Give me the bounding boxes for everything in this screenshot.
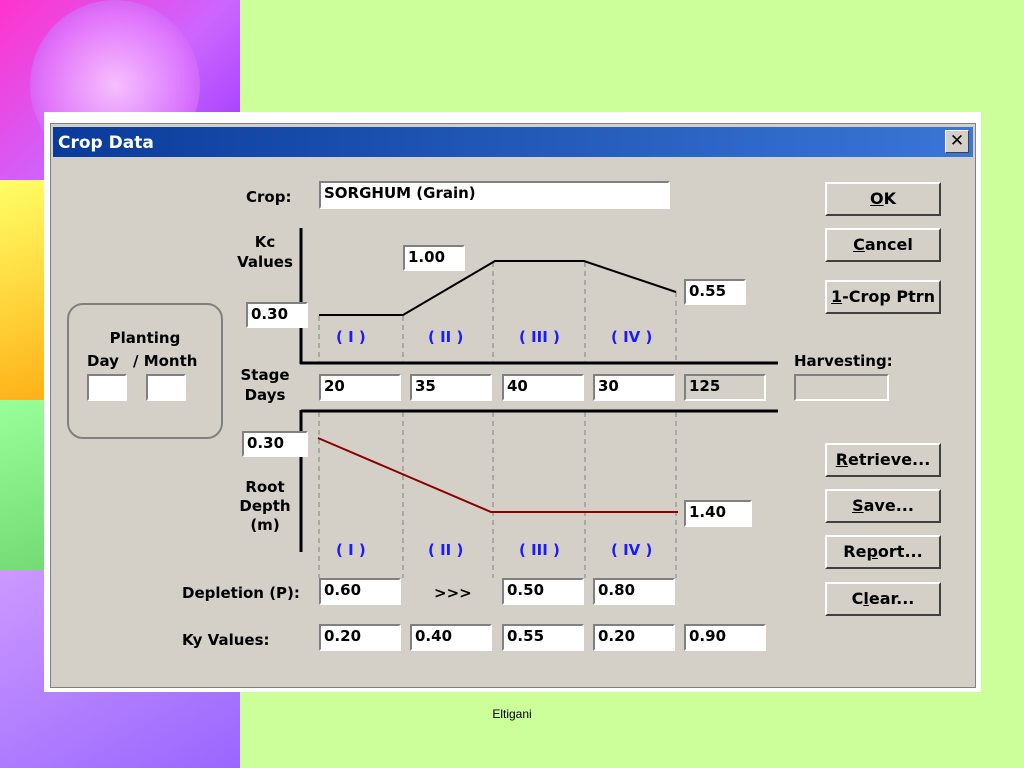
planting-day-label: Day (87, 352, 119, 370)
clear-button[interactable]: Clear... (825, 582, 941, 616)
kc-initial-field[interactable]: 0.30 (246, 302, 308, 328)
kc-end-field[interactable]: 0.55 (684, 279, 746, 305)
stage-label-2: ( II ) (428, 328, 464, 346)
planting-group (67, 303, 223, 439)
ky-field-2[interactable]: 0.40 (410, 624, 492, 651)
kc-mid-field[interactable]: 1.00 (403, 245, 465, 271)
crop-pattern-button[interactable]: 1-Crop Ptrn (825, 280, 941, 314)
depletion-field-1[interactable]: 0.60 (319, 578, 401, 605)
planting-title: Planting (109, 329, 181, 347)
stage-days-field-2[interactable]: 35 (410, 374, 492, 401)
save-button[interactable]: Save... (825, 489, 941, 523)
kc-label-line1: Kc (254, 233, 276, 251)
ky-field-3[interactable]: 0.55 (502, 624, 584, 651)
kc-label-line2: Values (237, 253, 293, 271)
stage-days-label-line2: Days (244, 386, 286, 404)
stage-days-total: 125 (684, 374, 766, 401)
stage-label-1: ( I ) (336, 328, 366, 346)
depletion-field-3[interactable]: 0.50 (502, 578, 584, 605)
ky-field-total[interactable]: 0.90 (684, 624, 766, 651)
footer-author: Eltigani (492, 707, 532, 721)
stage-days-field-4[interactable]: 30 (593, 374, 675, 401)
root-label-line2: Depth (239, 497, 291, 515)
stage-days-label-line1: Stage (240, 366, 290, 384)
root-label-line3: (m) (250, 516, 280, 534)
planting-day-input[interactable] (87, 374, 127, 401)
planting-month-label: / Month (133, 352, 198, 370)
planting-month-input[interactable] (146, 374, 186, 401)
ok-button[interactable]: OK (825, 182, 941, 216)
ky-label: Ky Values: (182, 631, 270, 649)
cancel-button[interactable]: Cancel (825, 228, 941, 262)
stage-label-4-lower: ( IV ) (611, 541, 653, 559)
retrieve-button[interactable]: Retrieve... (825, 443, 941, 477)
root-depth-curve (317, 437, 678, 513)
ky-field-1[interactable]: 0.20 (319, 624, 401, 651)
stage-label-4: ( IV ) (611, 328, 653, 346)
report-button[interactable]: Report... (825, 535, 941, 569)
stage-label-3: ( III ) (519, 328, 560, 346)
harvesting-field (794, 374, 889, 401)
harvesting-label: Harvesting: (794, 352, 893, 370)
crop-label: Crop: (246, 188, 292, 206)
depletion-arrow: >>> (434, 584, 472, 602)
kc-curve (319, 260, 677, 316)
stage-label-1-lower: ( I ) (336, 541, 366, 559)
depletion-label: Depletion (P): (182, 584, 300, 602)
root-label-line1: Root (245, 478, 285, 496)
stage-days-field-1[interactable]: 20 (319, 374, 401, 401)
crop-name-field[interactable]: SORGHUM (Grain) (319, 181, 670, 209)
root-initial-field[interactable]: 0.30 (242, 431, 308, 457)
ky-field-4[interactable]: 0.20 (593, 624, 675, 651)
stage-label-2-lower: ( II ) (428, 541, 464, 559)
stage-label-3-lower: ( III ) (519, 541, 560, 559)
depletion-field-4[interactable]: 0.80 (593, 578, 675, 605)
root-max-field[interactable]: 1.40 (684, 500, 752, 527)
stage-days-field-3[interactable]: 40 (502, 374, 584, 401)
